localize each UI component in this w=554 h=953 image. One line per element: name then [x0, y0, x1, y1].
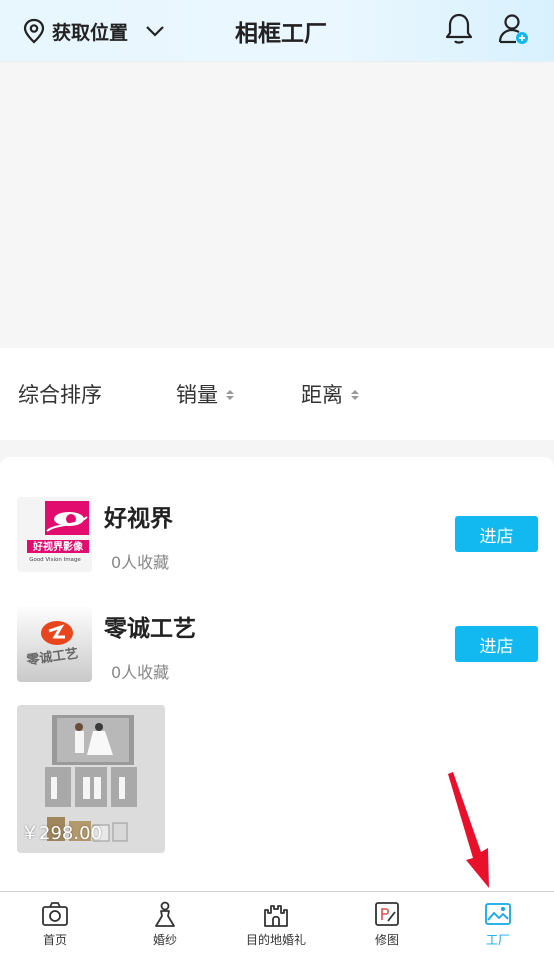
shop-favorites: 0人收藏	[111, 553, 170, 572]
tab-factory[interactable]: 工厂	[443, 892, 553, 953]
shop-logo: 好视界影像 Good Vision Image	[17, 497, 92, 572]
tab-wedding-dress[interactable]: 婚纱	[110, 892, 220, 953]
tab-photo-retouch[interactable]: 修图	[332, 892, 442, 953]
camera-icon	[42, 902, 68, 926]
shop-name: 零诚工艺	[104, 616, 196, 642]
tab-label: 目的地婚礼	[245, 933, 306, 947]
tab-home[interactable]: 首页	[0, 892, 110, 953]
good-vision-logo: 好视界影像 Good Vision Image	[17, 497, 92, 572]
shop-item[interactable]: 零诚工艺 零诚工艺 0人收藏 进店	[0, 607, 554, 687]
lingcheng-logo: 零诚工艺	[17, 607, 92, 682]
castle-icon	[264, 905, 288, 927]
sort-arrows-icon	[226, 390, 234, 400]
sort-sales[interactable]: 销量	[176, 348, 234, 440]
sort-distance[interactable]: 距离	[301, 348, 359, 440]
top-bar: 获取位置 相框工厂	[0, 0, 554, 62]
enter-shop-button[interactable]: 进店	[455, 516, 538, 552]
svg-text:Good Vision Image: Good Vision Image	[29, 557, 81, 563]
tab-destination-wedding[interactable]: 目的地婚礼	[221, 892, 331, 953]
product-price: ￥298.00	[21, 823, 102, 844]
product-card[interactable]: ￥298.00	[17, 705, 165, 853]
sort-label: 综合排序	[18, 383, 102, 407]
red-arrow-annotation	[448, 772, 489, 888]
picture-icon	[485, 903, 511, 925]
user-add-icon[interactable]	[496, 12, 530, 46]
bride-icon	[155, 901, 175, 927]
sort-label: 距离	[301, 383, 343, 407]
enter-shop-button[interactable]: 进店	[455, 626, 538, 662]
svg-text:好视界影像: 好视界影像	[32, 540, 84, 553]
sort-arrows-icon	[351, 390, 359, 400]
photo-edit-icon	[375, 902, 399, 926]
shop-item[interactable]: 好视界影像 Good Vision Image 好视界 0人收藏 进店	[0, 497, 554, 577]
tab-label: 婚纱	[152, 933, 177, 947]
sort-label: 销量	[176, 383, 218, 407]
bottom-tab-bar: 首页 婚纱 目的地婚礼 修图 工厂	[0, 891, 554, 953]
bell-icon[interactable]	[443, 12, 475, 46]
tab-label: 修图	[374, 933, 399, 947]
sort-bar: 综合排序 销量 距离	[0, 348, 554, 440]
shop-logo: 零诚工艺	[17, 607, 92, 682]
shop-name: 好视界	[104, 506, 173, 532]
banner-area[interactable]	[0, 63, 554, 348]
sort-comprehensive[interactable]: 综合排序	[18, 348, 102, 440]
shop-favorites: 0人收藏	[111, 663, 170, 682]
tab-label: 首页	[42, 933, 67, 947]
tab-label: 工厂	[485, 933, 510, 947]
